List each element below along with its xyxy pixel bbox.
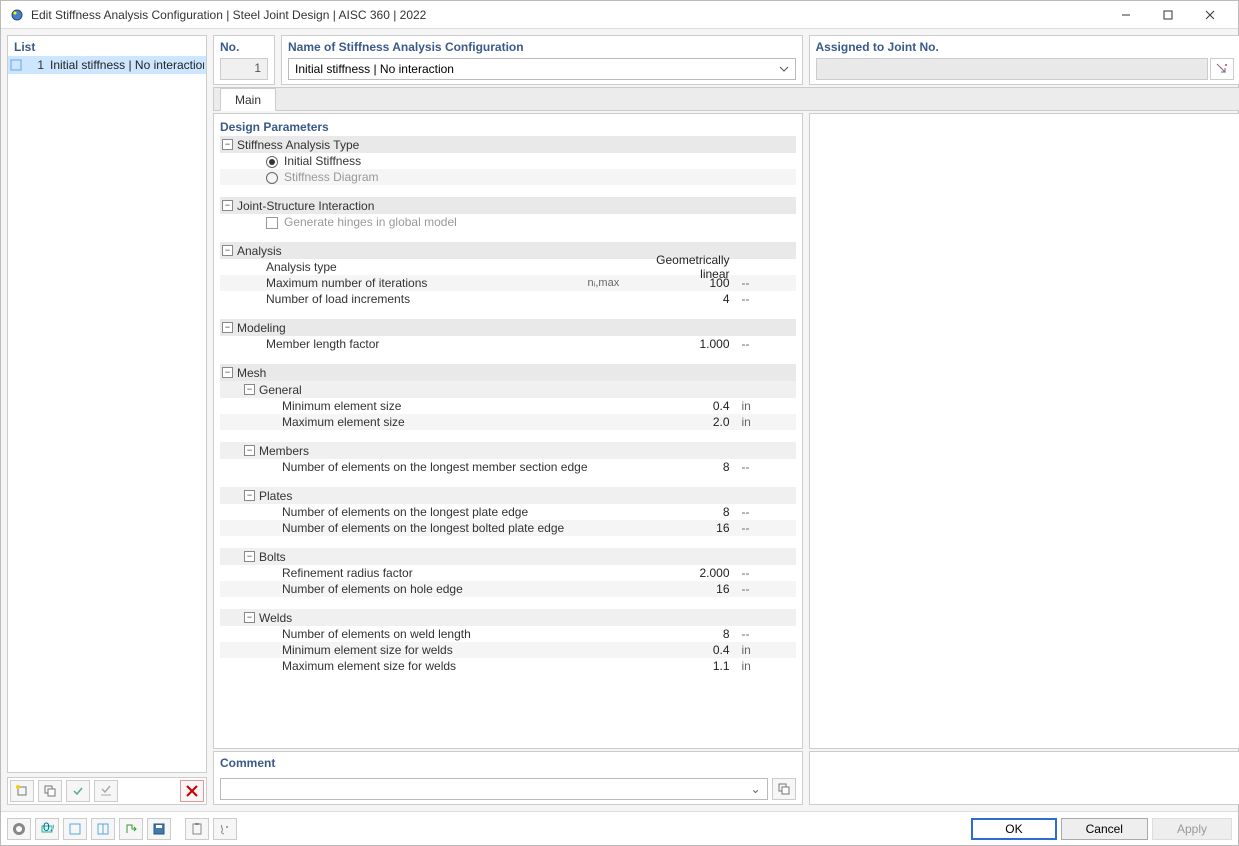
assign-pick-button[interactable]: [1210, 58, 1234, 80]
exclude-button[interactable]: [94, 780, 118, 802]
collapse-icon[interactable]: −: [222, 245, 233, 256]
left-column: List 1 Initial stiffness | No interactio…: [7, 35, 207, 805]
header-strip: No. 1 Name of Stiffness Analysis Configu…: [213, 35, 1239, 85]
row-load-increments[interactable]: Number of load increments 4 --: [220, 291, 796, 307]
list-panel: List 1 Initial stiffness | No interactio…: [7, 35, 207, 773]
subgroup-welds[interactable]: − Welds: [220, 609, 796, 626]
comment-panel: Comment ⌄: [213, 751, 803, 805]
footer: 0.00 OK Cancel Apply: [1, 811, 1238, 845]
maximize-button[interactable]: [1148, 3, 1188, 27]
svg-text:0.00: 0.00: [43, 822, 54, 834]
client-area: List 1 Initial stiffness | No interactio…: [1, 29, 1238, 811]
right-column: No. 1 Name of Stiffness Analysis Configu…: [213, 35, 1239, 805]
app-icon: [9, 7, 25, 23]
row-max-element-size[interactable]: Maximum element size 2.0 in: [220, 414, 796, 430]
close-button[interactable]: [1190, 3, 1230, 27]
apply-button[interactable]: Apply: [1152, 818, 1232, 840]
subgroup-members[interactable]: − Members: [220, 442, 796, 459]
main-area: List 1 Initial stiffness | No interactio…: [7, 35, 1232, 805]
collapse-icon[interactable]: −: [222, 139, 233, 150]
view-mode-1-button[interactable]: [63, 818, 87, 840]
titlebar: Edit Stiffness Analysis Configuration | …: [1, 1, 1238, 29]
save-button[interactable]: [147, 818, 171, 840]
collapse-icon[interactable]: −: [244, 612, 255, 623]
name-panel: Name of Stiffness Analysis Configuration…: [281, 35, 803, 85]
design-parameters-heading: Design Parameters: [220, 118, 796, 136]
number-label: No.: [220, 40, 268, 58]
radio-unchecked-icon: [266, 172, 278, 184]
row-refinement-radius[interactable]: Refinement radius factor 2.000 --: [220, 565, 796, 581]
help-button[interactable]: [7, 818, 31, 840]
row-bolted-plate-edge-elements[interactable]: Number of elements on the longest bolted…: [220, 520, 796, 536]
window-title: Edit Stiffness Analysis Configuration | …: [31, 8, 1106, 22]
group-mesh[interactable]: − Mesh: [220, 364, 796, 381]
comment-label: Comment: [220, 756, 796, 774]
row-max-iterations[interactable]: Maximum number of iterations nᵢ,max 100 …: [220, 275, 796, 291]
minimize-button[interactable]: [1106, 3, 1146, 27]
delete-item-button[interactable]: [180, 780, 204, 802]
bottom-info-panel: [809, 751, 1239, 805]
include-button[interactable]: [66, 780, 90, 802]
assign-panel: Assigned to Joint No.: [809, 35, 1239, 85]
ok-button[interactable]: OK: [971, 818, 1056, 840]
assign-label: Assigned to Joint No.: [816, 40, 1234, 58]
row-min-element-size[interactable]: Minimum element size 0.4 in: [220, 398, 796, 414]
row-analysis-type[interactable]: Analysis type Geometrically linear: [220, 259, 796, 275]
group-modeling[interactable]: − Modeling: [220, 319, 796, 336]
copy-item-button[interactable]: [38, 780, 62, 802]
row-weld-max-size[interactable]: Maximum element size for welds 1.1 in: [220, 658, 796, 674]
group-stiffness-type[interactable]: − Stiffness Analysis Type: [220, 136, 796, 153]
list-heading: List: [8, 36, 206, 56]
row-plate-edge-elements[interactable]: Number of elements on the longest plate …: [220, 504, 796, 520]
config-item-icon: [10, 59, 24, 71]
name-select-value: Initial stiffness | No interaction: [295, 62, 779, 76]
clipboard-button[interactable]: [185, 818, 209, 840]
number-input[interactable]: 1: [220, 58, 268, 80]
assign-input[interactable]: [816, 58, 1208, 80]
number-panel: No. 1: [213, 35, 275, 85]
subgroup-general[interactable]: − General: [220, 381, 796, 398]
subgroup-bolts[interactable]: − Bolts: [220, 548, 796, 565]
list-item-label: Initial stiffness | No interaction: [50, 58, 204, 72]
collapse-icon[interactable]: −: [244, 384, 255, 395]
row-hole-edge-elements[interactable]: Number of elements on hole edge 16 --: [220, 581, 796, 597]
collapse-icon[interactable]: −: [222, 322, 233, 333]
import-button[interactable]: [119, 818, 143, 840]
name-label: Name of Stiffness Analysis Configuration: [288, 40, 796, 58]
collapse-icon[interactable]: −: [222, 367, 233, 378]
collapse-icon[interactable]: −: [244, 551, 255, 562]
chevron-down-icon: ⌄: [750, 782, 760, 796]
checkbox-generate-hinges[interactable]: Generate hinges in global model: [220, 214, 796, 230]
tab-main[interactable]: Main: [220, 88, 276, 111]
list-item-number: 1: [26, 58, 44, 72]
list-item[interactable]: 1 Initial stiffness | No interaction: [8, 56, 206, 74]
comment-library-button[interactable]: [772, 778, 796, 800]
cancel-button[interactable]: Cancel: [1061, 818, 1148, 840]
view-mode-2-button[interactable]: [91, 818, 115, 840]
name-select[interactable]: Initial stiffness | No interaction: [288, 58, 796, 80]
subgroup-plates[interactable]: − Plates: [220, 487, 796, 504]
group-joint-structure[interactable]: − Joint-Structure Interaction: [220, 197, 796, 214]
info-panel: [809, 113, 1239, 749]
list-toolbar: [7, 777, 207, 805]
tab-bar: Main: [213, 87, 1239, 111]
dialog-window: Edit Stiffness Analysis Configuration | …: [0, 0, 1239, 846]
script-button[interactable]: [213, 818, 237, 840]
new-item-button[interactable]: [10, 780, 34, 802]
row-member-length-factor[interactable]: Member length factor 1.000 --: [220, 336, 796, 352]
radio-checked-icon: [266, 156, 278, 168]
collapse-icon[interactable]: −: [222, 200, 233, 211]
option-initial-stiffness[interactable]: Initial Stiffness: [220, 153, 796, 169]
units-button[interactable]: 0.00: [35, 818, 59, 840]
parameters-panel: Design Parameters − Stiffness Analysis T…: [213, 113, 803, 749]
collapse-icon[interactable]: −: [244, 490, 255, 501]
option-stiffness-diagram[interactable]: Stiffness Diagram: [220, 169, 796, 185]
chevron-down-icon: [779, 64, 789, 74]
row-member-edge-elements[interactable]: Number of elements on the longest member…: [220, 459, 796, 475]
checkbox-unchecked-icon: [266, 217, 278, 229]
row-weld-min-size[interactable]: Minimum element size for welds 0.4 in: [220, 642, 796, 658]
collapse-icon[interactable]: −: [244, 445, 255, 456]
row-weld-length-elements[interactable]: Number of elements on weld length 8 --: [220, 626, 796, 642]
comment-input[interactable]: ⌄: [220, 778, 768, 800]
